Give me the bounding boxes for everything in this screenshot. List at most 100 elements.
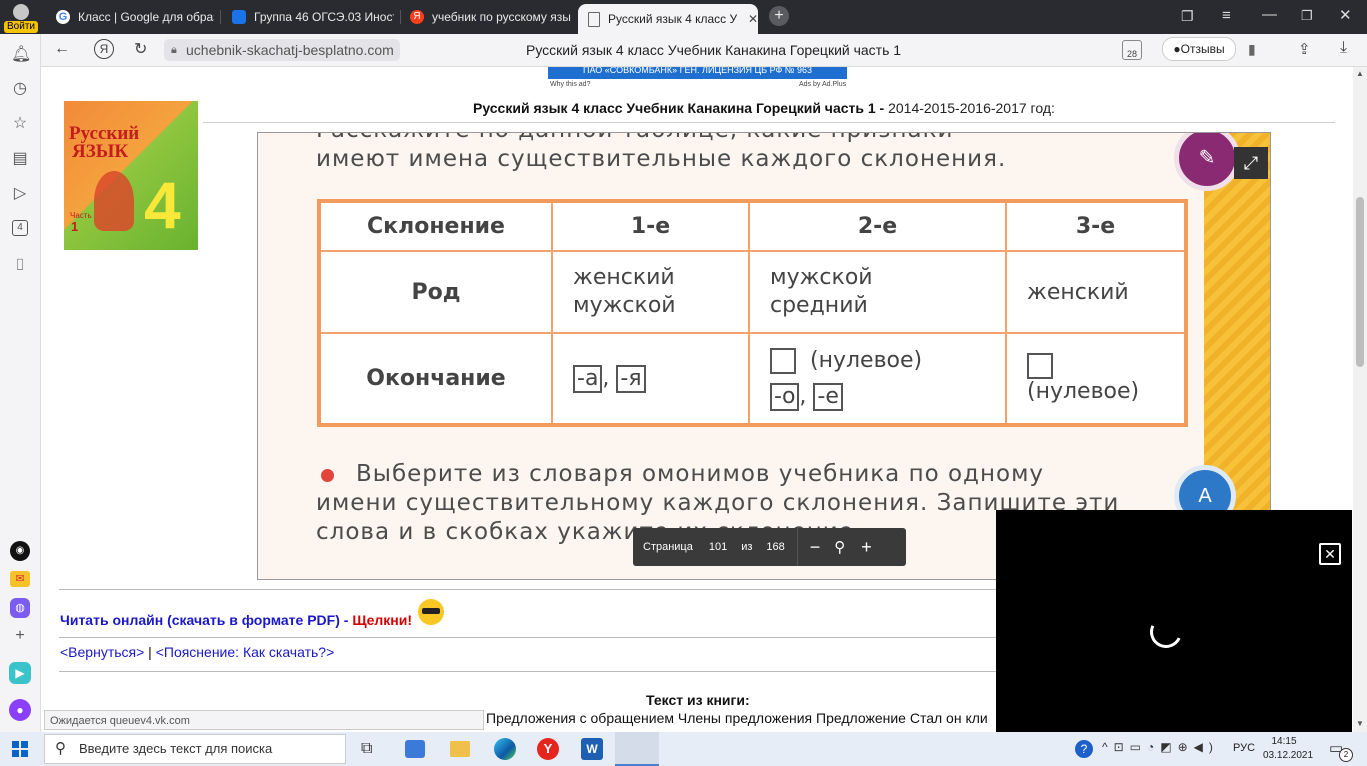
edge-icon[interactable] xyxy=(494,738,516,760)
header-third: 3-е xyxy=(1005,200,1187,252)
video-popup[interactable]: ✕ xyxy=(996,510,1352,732)
pager-divider xyxy=(796,528,798,566)
windows-start-icon[interactable] xyxy=(12,741,28,757)
book-heading-title: Русский язык 4 класс Учебник Канакина Го… xyxy=(473,100,885,116)
file-explorer-icon[interactable] xyxy=(450,741,470,757)
ad-banner-text: ПАО «СОВКОМБАНК» ГЕН. ЛИЦЕНЗИЯ ЦБ РФ № 9… xyxy=(583,67,812,75)
close-tab-icon[interactable]: ✕ xyxy=(748,12,758,26)
close-window-icon[interactable]: ✕ xyxy=(1339,6,1352,24)
word-icon[interactable]: W xyxy=(581,738,603,760)
cell-gender-first: женский мужской xyxy=(551,250,750,334)
cell-line: средний xyxy=(770,293,868,318)
alice-icon[interactable]: ● xyxy=(9,699,31,721)
declension-table: Склонение 1-е 2-е 3-е Род женский мужско… xyxy=(317,199,1188,427)
history-icon[interactable]: ◷ xyxy=(11,80,29,98)
download-icon[interactable]: ⤓ xyxy=(1340,39,1347,57)
url-field[interactable]: 🔒︎ uchebnik-skachatj-besplatno.com xyxy=(164,39,400,61)
empty-ending-box xyxy=(1027,353,1053,379)
tab-google-classroom[interactable]: G Класс | Google для образо xyxy=(46,4,214,30)
mail-icon[interactable]: ✉ xyxy=(10,571,30,587)
tab-group-46[interactable]: Группа 46 ОГСЭ.03 Иност xyxy=(222,4,394,30)
tab-russian-textbook[interactable]: Русский язык 4 класс У ✕ xyxy=(578,4,758,34)
task-view-icon[interactable]: ⧉ xyxy=(361,740,372,758)
clock[interactable]: 14:15 03.12.2021 xyxy=(1263,735,1313,763)
search-placeholder: Введите здесь текст для поиска xyxy=(79,741,273,756)
screenshot-icon[interactable]: ⌷ xyxy=(11,257,29,275)
yandex-browser-icon[interactable]: Y xyxy=(537,738,559,760)
scrollbar-thumb[interactable] xyxy=(1356,197,1364,367)
cell-ending-third: (нулевое) xyxy=(1005,332,1187,426)
protect-icon[interactable]: 28 xyxy=(1122,40,1142,60)
minimize-icon[interactable]: — xyxy=(1262,6,1277,23)
ad-banner[interactable]: ПАО «СОВКОМБАНК» ГЕН. ЛИЦЕНЗИЯ ЦБ РФ № 9… xyxy=(548,67,847,79)
ad-why-link[interactable]: Why this ad? xyxy=(550,81,590,88)
ending-box: -о xyxy=(770,382,800,411)
address-bar: ← Я ↻ 🔒︎ uchebnik-skachatj-besplatno.com… xyxy=(40,34,1367,67)
fullscreen-button[interactable]: ⤢ xyxy=(1234,147,1268,179)
page-navigation-bar: Страница 101 из 168 − ⚲ + xyxy=(633,528,906,566)
alice-camera-icon[interactable]: ◉ xyxy=(10,541,30,561)
collections-icon[interactable]: ❐ xyxy=(1181,8,1194,25)
reviews-button[interactable]: ●Отзывы xyxy=(1162,37,1236,61)
profile-button[interactable]: Войти xyxy=(4,2,38,34)
url-text: uchebnik-skachatj-besplatno.com xyxy=(186,42,394,58)
yandex-icon: Я xyxy=(410,10,424,24)
taskbar-search-field[interactable]: ⚲ Введите здесь текст для поиска xyxy=(44,734,346,764)
table-row: Род женский мужской мужской средний женс… xyxy=(318,250,1187,334)
ending-box: -е xyxy=(813,382,843,411)
page-top-line-2: имеют имена существительные каждого скло… xyxy=(316,146,1007,172)
messenger-icon[interactable]: ◍ xyxy=(10,598,30,618)
notifications-icon[interactable]: 🔔︎ xyxy=(11,46,31,64)
zoom-icon[interactable]: ⚲ xyxy=(834,538,845,556)
zoom-out-icon[interactable]: − xyxy=(810,537,821,558)
classroom-icon xyxy=(232,10,246,24)
scroll-down-icon[interactable]: ▼ xyxy=(1356,719,1364,728)
share-icon[interactable]: ⇪ xyxy=(1298,40,1311,58)
ending-box: -я xyxy=(616,364,646,393)
page-scrollbar[interactable]: ▲ ▼ xyxy=(1353,67,1367,732)
cell-line: мужской xyxy=(573,293,676,318)
new-tab-button[interactable]: + xyxy=(769,6,789,26)
video-icon[interactable]: ▷ xyxy=(11,185,29,203)
page-current[interactable]: 101 xyxy=(709,541,727,553)
help-link[interactable]: <Пояснение: Как скачать?> xyxy=(156,644,335,660)
taskbar-app-icon[interactable] xyxy=(405,740,425,758)
document-icon xyxy=(588,11,600,27)
zen-icon[interactable]: ▤ xyxy=(11,150,29,168)
tray-icons[interactable]: ^⊡▭◔◩⊕◀) xyxy=(1102,740,1219,754)
restore-icon[interactable]: ❐ xyxy=(1301,8,1313,24)
zoom-in-icon[interactable]: + xyxy=(861,537,872,558)
page-title: Русский язык 4 класс Учебник Канакина Го… xyxy=(526,42,902,58)
book-cover-image: Русский язык 4 Часть 1 xyxy=(64,101,198,250)
reviews-icon: ● xyxy=(1173,42,1181,56)
active-app-slot[interactable] xyxy=(615,732,659,766)
notifications-count: 2 xyxy=(1339,748,1353,762)
google-icon: G xyxy=(56,10,70,24)
add-panel-icon[interactable]: + xyxy=(11,627,29,645)
bookmark-icon[interactable]: ▮ xyxy=(1248,41,1256,58)
apps-icon[interactable]: ▶ xyxy=(9,662,31,684)
help-tray-icon[interactable]: ? xyxy=(1075,740,1093,758)
close-video-icon[interactable]: ✕ xyxy=(1319,543,1341,565)
link-separator: | xyxy=(144,644,156,660)
ad-by-link[interactable]: Ads by Ad.Plus xyxy=(799,81,846,88)
ending-sep: , xyxy=(602,365,610,391)
page-label: Страница xyxy=(643,541,693,553)
reviews-label: Отзывы xyxy=(1180,42,1225,56)
back-icon[interactable]: ← xyxy=(54,40,70,58)
language-indicator[interactable]: РУС xyxy=(1233,742,1255,754)
reload-icon[interactable]: ↻ xyxy=(134,39,147,59)
counter-icon[interactable]: 4 xyxy=(12,220,28,236)
book-heading: Русский язык 4 класс Учебник Канакина Го… xyxy=(473,100,1055,116)
favorites-icon[interactable]: ☆ xyxy=(11,115,29,133)
yandex-home-icon[interactable]: Я xyxy=(94,39,114,59)
read-online-link[interactable]: Читать онлайн (скачать в формате PDF) - … xyxy=(60,612,412,628)
tab-label: Русский язык 4 класс У xyxy=(608,12,738,26)
cell-gender-second: мужской средний xyxy=(748,250,1007,334)
tab-yandex-search[interactable]: Я учебник по русскому язы xyxy=(400,4,572,30)
menu-icon[interactable]: ≡ xyxy=(1222,7,1231,24)
book-text-title: Текст из книги: xyxy=(646,692,750,708)
back-link[interactable]: <Вернуться> xyxy=(60,644,144,660)
task-line-1: Выберите из словаря омонимов учебника по… xyxy=(356,461,1045,487)
scroll-up-icon[interactable]: ▲ xyxy=(1356,69,1364,78)
